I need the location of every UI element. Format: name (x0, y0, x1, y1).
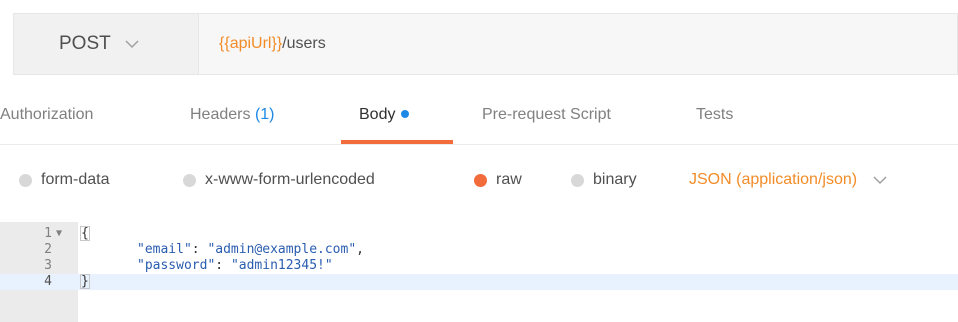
json-key: "email" (137, 242, 192, 257)
chevron-down-icon (125, 39, 139, 49)
radio-form-data[interactable]: form-data (19, 171, 109, 189)
url-variable: {{apiUrl}} (219, 35, 283, 52)
request-url-bar: POST {{apiUrl}}/users (0, 0, 958, 88)
line-number: 2 (44, 242, 52, 257)
content-type-label: JSON (application/json) (689, 171, 858, 188)
tab-label: Tests (696, 106, 734, 123)
active-dot-icon (401, 110, 410, 118)
editor-line: 3 "password": "admin12345!" (0, 258, 958, 274)
code-text: "email": "admin@example.com", (137, 242, 364, 258)
radio-binary[interactable]: binary (571, 171, 637, 189)
tab-authorization[interactable]: Authorization (0, 106, 93, 124)
request-tabs: Authorization Headers (1) Body Pre-reque… (0, 88, 958, 145)
line-number: 4 (44, 274, 52, 289)
radio-label: x-www-form-urlencoded (205, 171, 375, 188)
editor-line-active: 4 } (0, 274, 958, 290)
tab-label: Body (359, 106, 396, 123)
json-key: "password" (137, 258, 216, 273)
json-tail: , (356, 242, 364, 257)
radio-x-www-form-urlencoded[interactable]: x-www-form-urlencoded (183, 171, 375, 189)
radio-circle-icon (474, 173, 487, 187)
radio-raw[interactable]: raw (474, 171, 522, 189)
line-number: 1 (44, 226, 52, 241)
radio-circle-icon (19, 173, 32, 187)
json-value: "admin@example.com" (207, 242, 357, 257)
line-number: 3 (44, 258, 52, 273)
json-value: "admin12345!" (230, 258, 333, 273)
tab-label: Pre-request Script (482, 106, 611, 123)
code-text: "password": "admin12345!" (137, 258, 333, 274)
content-type-dropdown[interactable]: JSON (application/json) (689, 171, 887, 189)
method-label: POST (59, 33, 111, 54)
tab-body[interactable]: Body (359, 106, 410, 124)
editor-line: 1 ▼ { (0, 226, 958, 242)
tab-tests[interactable]: Tests (696, 106, 733, 124)
radio-circle-icon (183, 173, 196, 187)
code-editor[interactable]: 1 ▼ { 2 "email": "admin@example.com", 3 … (0, 222, 958, 322)
code-brace: } (80, 274, 90, 289)
tab-label: Authorization (0, 106, 94, 123)
json-separator: : (215, 258, 231, 273)
code-text: } (80, 274, 90, 290)
tab-label: Headers (190, 106, 251, 123)
body-type-selector: form-data x-www-form-urlencoded raw bina… (0, 145, 958, 217)
url-input[interactable]: {{apiUrl}}/users (199, 13, 958, 75)
url-path: /users (282, 35, 326, 52)
editor-line: 2 "email": "admin@example.com", (0, 242, 958, 258)
radio-label: form-data (41, 171, 110, 188)
tab-pre-request-script[interactable]: Pre-request Script (482, 106, 611, 124)
headers-count-badge: (1) (254, 106, 275, 123)
method-dropdown[interactable]: POST (13, 13, 199, 75)
code-brace: { (80, 226, 90, 241)
tab-headers[interactable]: Headers (1) (190, 106, 275, 124)
radio-label: raw (496, 171, 522, 188)
radio-circle-icon (571, 173, 584, 187)
json-separator: : (191, 242, 208, 257)
active-tab-underline (341, 140, 453, 144)
code-text: { (80, 226, 90, 242)
fold-arrow-icon[interactable]: ▼ (56, 226, 62, 242)
chevron-down-icon (873, 175, 887, 185)
radio-label: binary (593, 171, 637, 188)
